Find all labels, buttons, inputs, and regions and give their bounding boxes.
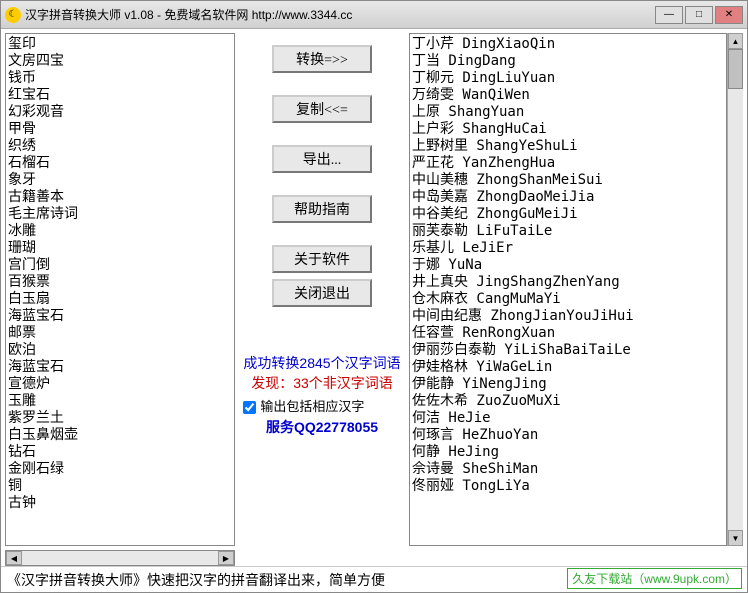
list-item: 万绮雯 WanQiWen	[412, 87, 724, 104]
scroll-thumb[interactable]	[728, 49, 743, 89]
list-item: 欧泊	[8, 342, 232, 359]
main-content: 玺印文房四宝钱币红宝石幻彩观音甲骨织绣石榴石象牙古籍善本毛主席诗词冰雕珊瑚宫门倒…	[1, 29, 747, 550]
list-item: 铜	[8, 478, 232, 495]
list-item: 丽芙泰勒 LiFuTaiLe	[412, 223, 724, 240]
status-bar-text: 《汉字拼音转换大师》快速把汉字的拼音翻译出来，简单方便	[7, 570, 385, 590]
list-item: 佐佐木希 ZuoZuoMuXi	[412, 393, 724, 410]
window-controls: — □ ✕	[655, 6, 743, 24]
list-item: 上野树里 ShangYeShuLi	[412, 138, 724, 155]
list-item: 玺印	[8, 36, 232, 53]
input-hscrollbar[interactable]: ◀ ▶	[5, 550, 235, 566]
input-text-panel[interactable]: 玺印文房四宝钱币红宝石幻彩观音甲骨织绣石榴石象牙古籍善本毛主席诗词冰雕珊瑚宫门倒…	[5, 33, 235, 546]
list-item: 古钟	[8, 495, 232, 512]
list-item: 佟丽娅 TongLiYa	[412, 478, 724, 495]
convert-button[interactable]: 转换=>>	[272, 45, 372, 73]
list-item: 中谷美纪 ZhongGuMeiJi	[412, 206, 724, 223]
list-item: 井上真央 JingShangZhenYang	[412, 274, 724, 291]
list-item: 中间由纪惠 ZhongJianYouJiHui	[412, 308, 724, 325]
scroll-up-icon[interactable]: ▲	[728, 33, 743, 49]
list-item: 佘诗曼 SheShiMan	[412, 461, 724, 478]
list-item: 中岛美嘉 ZhongDaoMeiJia	[412, 189, 724, 206]
watermark: 久友下载站（www.9upk.com）	[567, 568, 742, 589]
list-item: 乐基儿 LeJiEr	[412, 240, 724, 257]
list-item: 宣德炉	[8, 376, 232, 393]
scroll-left-icon[interactable]: ◀	[6, 551, 22, 565]
list-item: 甲骨	[8, 121, 232, 138]
list-item: 冰雕	[8, 223, 232, 240]
list-item: 何静 HeJing	[412, 444, 724, 461]
list-item: 仓木麻衣 CangMuMaYi	[412, 291, 724, 308]
list-item: 百猴票	[8, 274, 232, 291]
list-item: 白玉鼻烟壶	[8, 427, 232, 444]
status-area: 成功转换2845个汉字词语 发现：33个非汉字词语 输出包括相应汉字 服务QQ2…	[243, 353, 400, 437]
output-scrollbar[interactable]: ▲ ▼	[727, 33, 743, 546]
list-item: 伊能静 YiNengJing	[412, 376, 724, 393]
control-panel: 转换=>> 复制<<= 导出... 帮助指南 关于软件 关闭退出 成功转换284…	[237, 33, 407, 546]
exit-button[interactable]: 关闭退出	[272, 279, 372, 307]
list-item: 红宝石	[8, 87, 232, 104]
list-item: 石榴石	[8, 155, 232, 172]
output-hanzi-checkbox[interactable]	[243, 401, 256, 414]
copy-button[interactable]: 复制<<=	[272, 95, 372, 123]
app-window: ☾ 汉字拼音转换大师 v1.08 - 免费域名软件网 http://www.33…	[0, 0, 748, 593]
close-window-button[interactable]: ✕	[715, 6, 743, 24]
list-item: 丁当 DingDang	[412, 53, 724, 70]
list-item: 海蓝宝石	[8, 359, 232, 376]
window-title: 汉字拼音转换大师 v1.08 - 免费域名软件网 http://www.3344…	[25, 6, 655, 23]
list-item: 玉雕	[8, 393, 232, 410]
output-hanzi-label: 输出包括相应汉字	[260, 397, 364, 417]
titlebar: ☾ 汉字拼音转换大师 v1.08 - 免费域名软件网 http://www.33…	[1, 1, 747, 29]
list-item: 钻石	[8, 444, 232, 461]
list-item: 上原 ShangYuan	[412, 104, 724, 121]
output-hanzi-checkbox-row[interactable]: 输出包括相应汉字	[243, 397, 400, 417]
status-success: 成功转换2845个汉字词语	[243, 353, 400, 373]
list-item: 何洁 HeJie	[412, 410, 724, 427]
list-item: 丁柳元 DingLiuYuan	[412, 70, 724, 87]
list-item: 严正花 YanZhengHua	[412, 155, 724, 172]
list-item: 中山美穗 ZhongShanMeiSui	[412, 172, 724, 189]
list-item: 金刚石绿	[8, 461, 232, 478]
list-item: 白玉扇	[8, 291, 232, 308]
list-item: 文房四宝	[8, 53, 232, 70]
maximize-button[interactable]: □	[685, 6, 713, 24]
list-item: 紫罗兰土	[8, 410, 232, 427]
scroll-right-icon[interactable]: ▶	[218, 551, 234, 565]
list-item: 海蓝宝石	[8, 308, 232, 325]
output-text-panel[interactable]: 丁小芹 DingXiaoQin丁当 DingDang丁柳元 DingLiuYua…	[409, 33, 727, 546]
list-item: 织绣	[8, 138, 232, 155]
help-button[interactable]: 帮助指南	[272, 195, 372, 223]
minimize-button[interactable]: —	[655, 6, 683, 24]
list-item: 任容萱 RenRongXuan	[412, 325, 724, 342]
status-found: 发现：33个非汉字词语	[243, 373, 400, 393]
list-item: 邮票	[8, 325, 232, 342]
export-button[interactable]: 导出...	[272, 145, 372, 173]
list-item: 伊娃格林 YiWaGeLin	[412, 359, 724, 376]
list-item: 丁小芹 DingXiaoQin	[412, 36, 724, 53]
list-item: 珊瑚	[8, 240, 232, 257]
list-item: 伊丽莎白泰勒 YiLiShaBaiTaiLe	[412, 342, 724, 359]
list-item: 钱币	[8, 70, 232, 87]
list-item: 象牙	[8, 172, 232, 189]
list-item: 于娜 YuNa	[412, 257, 724, 274]
list-item: 毛主席诗词	[8, 206, 232, 223]
list-item: 古籍善本	[8, 189, 232, 206]
list-item: 上户彩 ShangHuCai	[412, 121, 724, 138]
list-item: 宫门倒	[8, 257, 232, 274]
scroll-down-icon[interactable]: ▼	[728, 530, 743, 546]
about-button[interactable]: 关于软件	[272, 245, 372, 273]
list-item: 何琢言 HeZhuoYan	[412, 427, 724, 444]
service-qq: 服务QQ22778055	[243, 417, 400, 437]
list-item: 幻彩观音	[8, 104, 232, 121]
app-icon: ☾	[5, 7, 21, 23]
